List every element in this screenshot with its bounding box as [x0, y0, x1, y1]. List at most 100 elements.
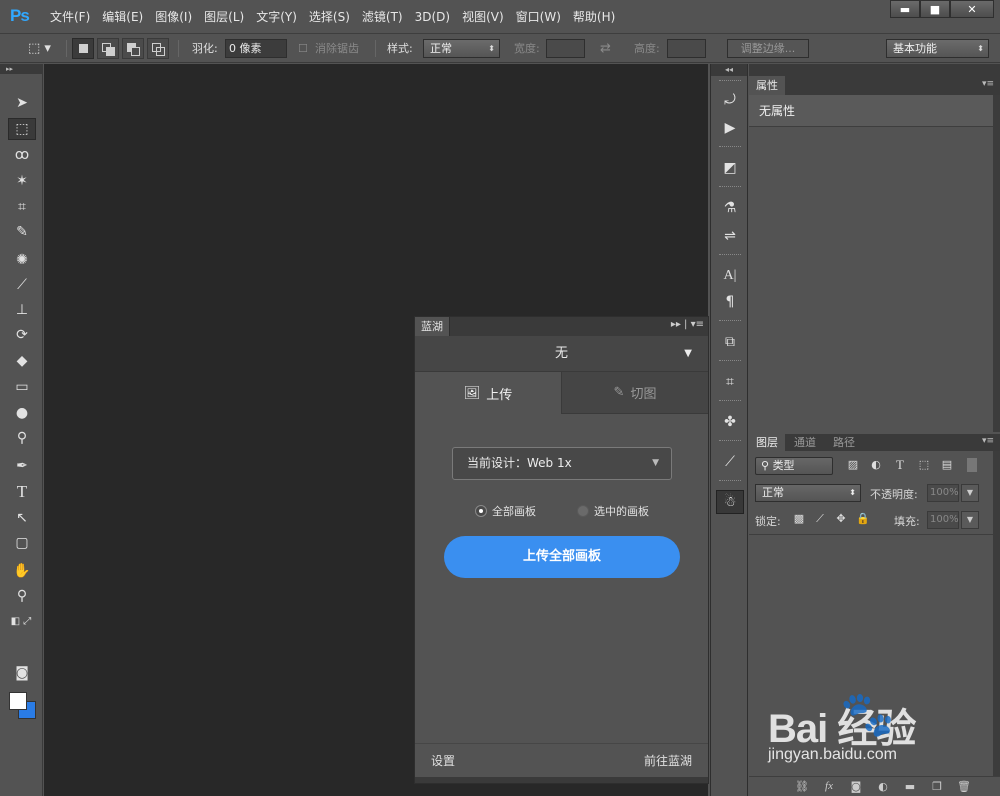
- tab-properties[interactable]: 属性: [749, 76, 785, 95]
- healing-brush-tool-icon[interactable]: ✺: [8, 249, 36, 271]
- properties-scrollbar[interactable]: [993, 95, 1000, 432]
- chevron-down-icon[interactable]: ▼: [961, 484, 979, 502]
- menu-type[interactable]: 文字(Y): [250, 8, 303, 26]
- style-dropdown[interactable]: 正常 ⬍: [423, 39, 500, 58]
- antialias-checkbox-icon[interactable]: ☐: [298, 39, 308, 58]
- height-input[interactable]: [667, 39, 706, 58]
- move-tool-icon[interactable]: ➤: [8, 92, 36, 114]
- crop-tool-icon[interactable]: ⌗: [8, 196, 36, 218]
- menu-3d[interactable]: 3D(D): [409, 8, 456, 26]
- lock-all-icon[interactable]: 🔒: [855, 511, 871, 527]
- delete-layer-icon[interactable]: 🗑: [956, 780, 972, 794]
- settings-link[interactable]: 设置: [431, 752, 455, 769]
- fill-input[interactable]: 100%: [927, 511, 959, 529]
- dock-collapse-icon[interactable]: ◂◂: [711, 64, 747, 76]
- default-colors-icon[interactable]: ◧ ⤢: [4, 610, 38, 632]
- gradient-tool-icon[interactable]: ▭: [8, 376, 36, 398]
- add-mask-icon[interactable]: ◙: [848, 780, 864, 794]
- character-icon[interactable]: A|: [716, 264, 744, 288]
- filter-pixel-icon[interactable]: ▨: [845, 457, 861, 473]
- tab-channels[interactable]: 通道: [787, 434, 823, 451]
- history-brush-tool-icon[interactable]: ⟳: [8, 324, 36, 346]
- feather-input[interactable]: 0 像素: [225, 39, 287, 58]
- filter-smart-object-icon[interactable]: ▤: [939, 457, 955, 473]
- current-design-dropdown[interactable]: 当前设计：Web 1x ▼: [452, 447, 672, 480]
- lanhu-panel-tab[interactable]: 蓝湖: [415, 317, 450, 336]
- resize-grip[interactable]: [415, 777, 708, 783]
- filter-type-icon[interactable]: T: [892, 457, 908, 473]
- width-input[interactable]: [546, 39, 585, 58]
- refine-edge-button[interactable]: 调整边缘...: [727, 39, 809, 58]
- quick-mask-icon[interactable]: ◙: [8, 662, 36, 684]
- menu-help[interactable]: 帮助(H): [567, 8, 621, 26]
- tab-slice[interactable]: ✎ 切图: [561, 372, 708, 414]
- layers-scrollbar[interactable]: [993, 451, 1000, 776]
- path-selection-tool-icon[interactable]: ↖: [8, 507, 36, 529]
- menu-select[interactable]: 选择(S): [303, 8, 356, 26]
- intersect-selection-button[interactable]: [147, 38, 169, 59]
- crop-panel-icon[interactable]: ⌗: [716, 370, 744, 394]
- paragraph-styles-icon[interactable]: ⧉: [716, 330, 744, 354]
- shape-tool-icon[interactable]: ▢: [8, 532, 36, 554]
- maximize-button[interactable]: ■: [920, 0, 950, 18]
- menu-edit[interactable]: 编辑(E): [96, 8, 149, 26]
- tab-upload[interactable]: 🖼 上传: [415, 372, 561, 414]
- add-selection-button[interactable]: [97, 38, 119, 59]
- zoom-tool-icon[interactable]: ⚲: [8, 585, 36, 607]
- rectangular-marquee-tool-icon[interactable]: ⬚: [8, 118, 36, 140]
- filter-toggle-icon[interactable]: [967, 458, 977, 472]
- subtract-selection-button[interactable]: [122, 38, 144, 59]
- foreground-color-swatch[interactable]: [9, 692, 27, 710]
- tab-paths[interactable]: 路径: [826, 434, 862, 451]
- paragraph-icon[interactable]: ¶: [716, 290, 744, 314]
- type-tool-icon[interactable]: T: [8, 481, 36, 503]
- upload-all-artboards-button[interactable]: 上传全部画板: [444, 536, 680, 578]
- filter-adjustment-icon[interactable]: ◐: [868, 457, 884, 473]
- new-selection-button[interactable]: [72, 38, 94, 59]
- panel-menu-icon[interactable]: ▾≡: [982, 79, 994, 89]
- lanhu-plugin-icon[interactable]: ☃: [716, 490, 744, 514]
- lock-transparent-icon[interactable]: ▩: [791, 511, 807, 527]
- extension-icon[interactable]: ✤: [716, 410, 744, 434]
- lasso-tool-icon[interactable]: ꝏ: [8, 144, 36, 166]
- blend-mode-dropdown[interactable]: 正常 ⬍: [755, 484, 861, 502]
- blur-tool-icon[interactable]: ●: [8, 402, 36, 424]
- lock-image-icon[interactable]: ⟋: [812, 511, 828, 527]
- panel-menu-icon[interactable]: ▾≡: [982, 436, 994, 446]
- adjustments-icon[interactable]: ⇌: [716, 224, 744, 248]
- brush-presets-icon[interactable]: ⚗: [716, 196, 744, 220]
- menu-layer[interactable]: 图层(L): [198, 8, 250, 26]
- eraser-tool-icon[interactable]: ◆: [8, 350, 36, 372]
- pen-tool-icon[interactable]: ✒: [8, 455, 36, 477]
- tab-layers[interactable]: 图层: [749, 434, 785, 451]
- radio-selected-artboards[interactable]: 选中的画板: [577, 503, 649, 519]
- link-layers-icon[interactable]: ⛓: [794, 780, 810, 794]
- new-group-icon[interactable]: ▬: [902, 780, 918, 794]
- panel-collapse-bar[interactable]: [749, 64, 1000, 76]
- dodge-tool-icon[interactable]: ⚲: [8, 427, 36, 449]
- swap-icon[interactable]: ⇄: [600, 39, 611, 58]
- magic-wand-tool-icon[interactable]: ✶: [8, 170, 36, 192]
- clone-stamp-tool-icon[interactable]: ⊥: [8, 299, 36, 321]
- menu-view[interactable]: 视图(V): [456, 8, 510, 26]
- measure-icon[interactable]: ⟋: [716, 450, 744, 474]
- actions-play-icon[interactable]: ▶: [716, 116, 744, 140]
- menu-window[interactable]: 窗口(W): [510, 8, 567, 26]
- menu-image[interactable]: 图像(I): [149, 8, 198, 26]
- hand-tool-icon[interactable]: ✋: [8, 560, 36, 582]
- minimize-button[interactable]: ▬: [890, 0, 920, 18]
- close-button[interactable]: ✕: [950, 0, 994, 18]
- chevron-down-icon[interactable]: ▼: [961, 511, 979, 529]
- design-select[interactable]: 无 ▼: [415, 336, 708, 372]
- eyedropper-tool-icon[interactable]: ✎: [8, 221, 36, 243]
- history-icon[interactable]: ⤾: [716, 88, 744, 112]
- workspace-dropdown[interactable]: 基本功能 ⬍: [886, 39, 989, 58]
- layer-filter-dropdown[interactable]: ⚲ 类型: [755, 457, 833, 475]
- lock-position-icon[interactable]: ✥: [833, 511, 849, 527]
- filter-shape-icon[interactable]: ⬚: [916, 457, 932, 473]
- panel-menu-icon[interactable]: ▸▸ | ▾≡: [671, 319, 704, 330]
- adjustment-layer-icon[interactable]: ◐: [875, 780, 891, 794]
- brush-tool-icon[interactable]: ⟋: [8, 274, 36, 296]
- new-layer-icon[interactable]: ❐: [929, 780, 945, 794]
- color-swatch-icon[interactable]: ◩: [716, 156, 744, 180]
